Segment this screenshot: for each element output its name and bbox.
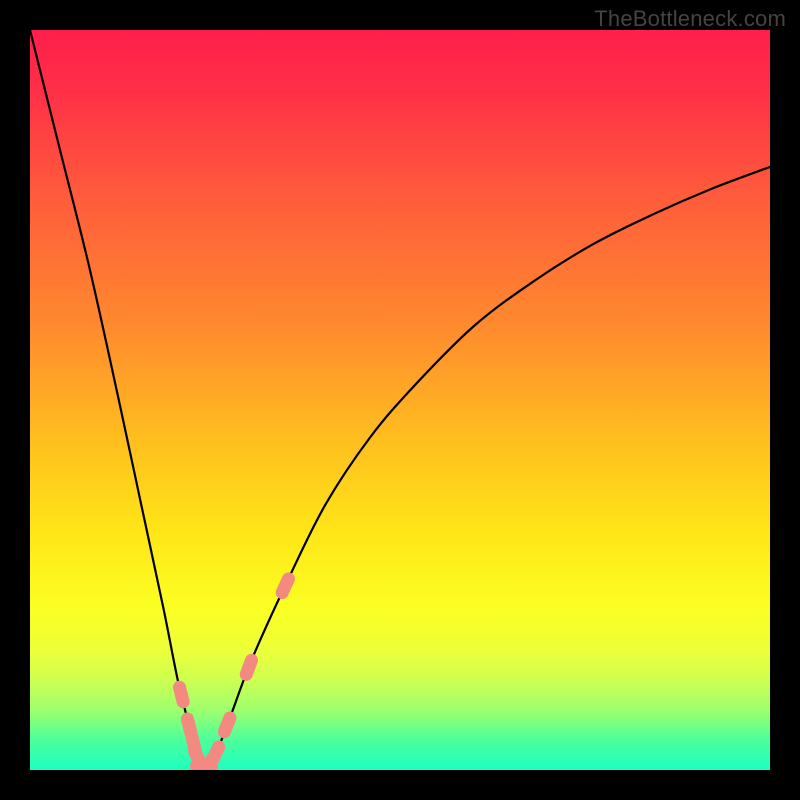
watermark-text: TheBottleneck.com — [594, 6, 786, 32]
curve-marker — [204, 738, 228, 769]
curve-marker — [172, 679, 191, 709]
curve-marker — [274, 570, 298, 601]
bottleneck-curve — [30, 30, 770, 770]
chart-frame: TheBottleneck.com — [0, 0, 800, 800]
curve-path — [30, 30, 770, 770]
curve-marker — [238, 652, 260, 683]
curve-marker — [216, 709, 238, 740]
plot-area — [30, 30, 770, 770]
